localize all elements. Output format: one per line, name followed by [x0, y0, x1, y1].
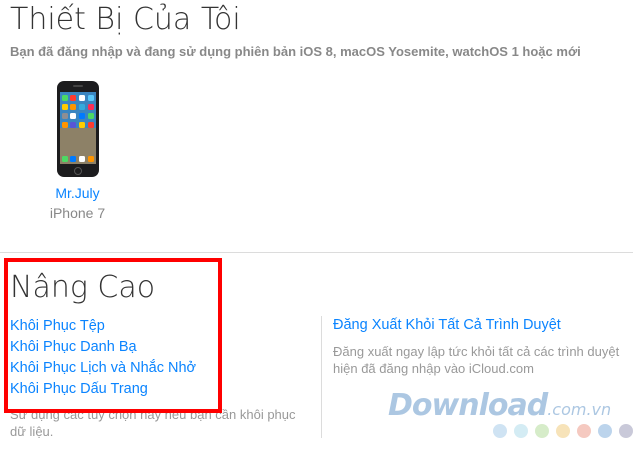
iphone-icon	[56, 80, 100, 178]
my-devices-title: Thiết Bị Của Tôi	[10, 2, 241, 37]
advanced-title: Nâng Cao	[10, 270, 156, 305]
watermark-suffix: .com.vn	[547, 400, 612, 419]
restore-files-link[interactable]: Khôi Phục Tệp	[10, 316, 196, 337]
watermark-dots	[493, 424, 633, 438]
watermark-dot	[493, 424, 507, 438]
watermark-logo: Download.com.vn	[388, 388, 611, 423]
watermark-dot	[577, 424, 591, 438]
devices-subtitle: Bạn đã đăng nhập và đang sử dụng phiên b…	[10, 44, 581, 59]
watermark-brand: Download	[388, 388, 548, 423]
restore-contacts-link[interactable]: Khôi Phục Danh Bạ	[10, 337, 196, 358]
advanced-links: Khôi Phục Tệp Khôi Phục Danh Bạ Khôi Phụ…	[10, 316, 196, 400]
advanced-note: Sử dụng các tùy chọn này nếu bạn cần khô…	[10, 407, 296, 439]
restore-calendars-link[interactable]: Khôi Phục Lịch và Nhắc Nhở	[10, 358, 196, 379]
signout-all-browsers-link[interactable]: Đăng Xuất Khỏi Tất Cả Trình Duyệt	[333, 317, 561, 333]
device-model: iPhone 7	[49, 205, 106, 221]
section-divider	[0, 252, 633, 253]
restore-bookmarks-link[interactable]: Khôi Phục Dấu Trang	[10, 379, 196, 400]
device-name[interactable]: Mr.July	[30, 185, 125, 201]
signout-desc-line2: hiện đã đăng nhập vào iCloud.com	[333, 361, 534, 376]
watermark-dot	[514, 424, 528, 438]
column-divider	[321, 316, 322, 438]
watermark-dot	[535, 424, 549, 438]
signout-description: Đăng xuất ngay lập tức khỏi tất cả các t…	[333, 343, 633, 377]
signout-desc-line1: Đăng xuất ngay lập tức khỏi tất cả các t…	[333, 344, 620, 359]
watermark-dot	[556, 424, 570, 438]
watermark-dot	[598, 424, 612, 438]
watermark-dot	[619, 424, 633, 438]
device-card[interactable]: Mr.July iPhone 7	[30, 80, 125, 221]
